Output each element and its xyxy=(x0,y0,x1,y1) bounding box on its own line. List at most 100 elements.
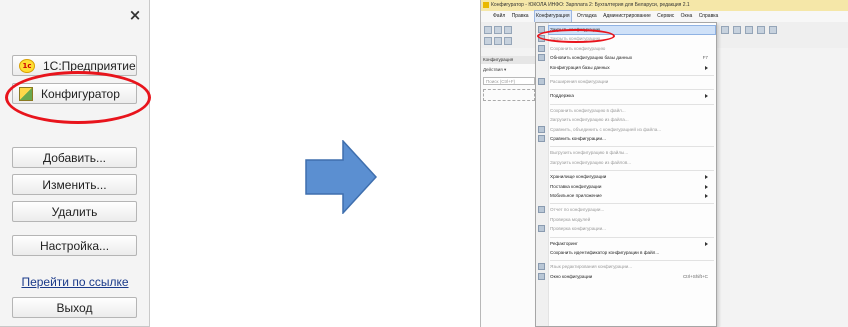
menu-item[interactable]: Поставка конфигурации xyxy=(550,183,710,191)
settings-button[interactable]: Настройка... xyxy=(12,235,137,256)
menu-item-label: Рефакторинг xyxy=(550,240,578,246)
menu-icon-gutter xyxy=(536,23,549,326)
exit-button[interactable]: Выход xyxy=(12,297,137,318)
menu-item-label: Сравнить конфигурации... xyxy=(550,136,606,141)
menu-item[interactable]: Отчет по конфигурации... xyxy=(550,206,710,214)
menu-item[interactable]: Выгрузить конфигурацию в файлы... xyxy=(550,149,710,157)
edit-button[interactable]: Изменить... xyxy=(12,174,137,195)
menu-item-icon xyxy=(538,225,545,233)
menu-configuration[interactable]: Конфигурация xyxy=(533,10,572,23)
add-button[interactable]: Добавить... xyxy=(12,147,137,168)
menu-debug[interactable]: Отладка xyxy=(577,11,597,22)
toolbar-save-icon[interactable] xyxy=(504,26,512,34)
menu-item[interactable]: Сравнить, объединить с конфигурацией из … xyxy=(550,126,710,134)
window-titlebar: Конфигуратор - ЮКОЛА ИНФО: Зарплата 2: Б… xyxy=(481,0,848,11)
toolbar-new-icon[interactable] xyxy=(484,26,492,34)
menu-help[interactable]: Справка xyxy=(699,11,719,22)
menu-item-icon xyxy=(538,263,545,271)
menu-separator xyxy=(550,103,714,105)
menu-item[interactable]: Загрузить конфигурацию из файла... xyxy=(550,116,710,124)
menu-item-label: Сравнить, объединить с конфигурацией из … xyxy=(550,126,662,132)
menu-item-label: Поставка конфигурации xyxy=(550,183,602,189)
menu-item[interactable]: Расширения конфигурации xyxy=(550,78,710,86)
delete-button[interactable]: Удалить xyxy=(12,201,137,222)
toolbar-debug-icon[interactable] xyxy=(745,26,753,34)
menu-administration[interactable]: Администрирование xyxy=(603,11,651,22)
menu-separator xyxy=(550,75,714,76)
menu-item[interactable]: Загрузить конфигурацию из файлов... xyxy=(550,159,710,167)
toolbar-find-icon[interactable] xyxy=(721,26,729,34)
configurator-screenshot: Конфигуратор - ЮКОЛА ИНФО: Зарплата 2: Б… xyxy=(480,0,848,327)
menu-item-icon xyxy=(538,135,545,142)
menu-item-label: Сохранить идентификатор конфигурации в ф… xyxy=(550,250,660,255)
launcher-window: × 1c 1С:Предприятие Конфигуратор Добавит… xyxy=(0,0,150,327)
pane-search-input[interactable]: Поиск (Ctrl+F) xyxy=(483,77,535,85)
menu-separator xyxy=(550,146,714,148)
menu-item-label: Хранилище конфигурации xyxy=(550,174,607,180)
menu-item-label: Сохранить конфигурацию xyxy=(550,45,606,51)
app-icon xyxy=(483,2,489,8)
menu-item[interactable]: Язык редактирования конфигурации... xyxy=(550,263,710,271)
menu-windows[interactable]: Окна xyxy=(681,11,693,22)
menu-item-label: Обновить конфигурацию базы данных xyxy=(550,55,633,61)
toolbar-stop-icon[interactable] xyxy=(769,26,777,34)
menu-item[interactable]: Рефакторинг xyxy=(550,240,710,248)
menu-item-label: Окно конфигурации xyxy=(550,273,593,279)
menu-item[interactable]: Сравнить конфигурации... xyxy=(550,135,710,143)
toolbar-run-icon[interactable] xyxy=(757,26,765,34)
menu-edit[interactable]: Правка xyxy=(512,11,529,22)
menu-item[interactable]: Сохранить конфигурацию в файл... xyxy=(550,107,710,115)
menu-item-icon xyxy=(538,272,545,280)
submenu-arrow-icon xyxy=(705,184,708,189)
submenu-arrow-icon xyxy=(705,65,708,70)
menu-item[interactable]: Поддержка xyxy=(550,92,710,100)
submenu-arrow-icon xyxy=(705,241,708,246)
menu-file[interactable]: Файл xyxy=(493,11,505,22)
menu-separator xyxy=(550,170,714,172)
open-link[interactable]: Перейти по ссылке xyxy=(10,275,140,289)
toolbar-copy-icon[interactable] xyxy=(494,37,502,45)
menu-separator xyxy=(550,89,714,91)
right-arrow-icon xyxy=(305,140,377,214)
menu-item-label: Поддержка xyxy=(550,93,574,99)
app-1c-icon: 1c xyxy=(19,58,35,73)
menu-item[interactable]: Конфигурация базы данных xyxy=(550,64,710,72)
close-icon[interactable]: × xyxy=(128,8,142,23)
menu-separator xyxy=(550,203,714,205)
menu-item-icon xyxy=(538,78,545,85)
submenu-arrow-icon xyxy=(705,175,708,180)
highlight-ellipse-close-config xyxy=(537,29,615,43)
pane-tree-area[interactable] xyxy=(483,89,535,101)
menu-item-label: Отчет по конфигурации... xyxy=(550,207,605,213)
menu-item-icon xyxy=(538,44,545,52)
menu-item-label: Конфигурация базы данных xyxy=(550,64,610,70)
menu-item-label: Загрузить конфигурацию из файлов... xyxy=(550,159,632,165)
menu-item-label: Проверка конфигурации... xyxy=(550,226,606,232)
configuration-tree-pane: Конфигурация Действия ▾ Поиск (Ctrl+F) xyxy=(481,56,537,327)
menu-separator xyxy=(550,260,714,262)
menu-item-icon xyxy=(538,125,545,133)
toolbar-replace-icon[interactable] xyxy=(733,26,741,34)
submenu-arrow-icon xyxy=(705,94,708,99)
menu-item[interactable]: Хранилище конфигурации xyxy=(550,173,710,181)
menu-separator xyxy=(550,236,714,238)
menu-item[interactable]: Сохранить идентификатор конфигурации в ф… xyxy=(550,249,710,257)
menu-item[interactable]: Окно конфигурации Ctrl+Shift+C xyxy=(550,273,710,281)
submenu-arrow-icon xyxy=(705,194,708,198)
menu-item[interactable]: Обновить конфигурацию базы данных F7 xyxy=(550,54,710,62)
toolbar-paste-icon[interactable] xyxy=(504,37,512,45)
pane-actions[interactable]: Действия ▾ xyxy=(481,66,537,74)
menu-service[interactable]: Сервис xyxy=(657,11,674,22)
menu-item[interactable]: Сохранить конфигурацию xyxy=(550,45,710,53)
menu-item-shortcut: Ctrl+Shift+C xyxy=(682,273,708,279)
menu-item[interactable]: Проверка модулей xyxy=(550,216,710,224)
menu-item-label: Проверка модулей xyxy=(550,216,591,222)
toolbar-tree-icon[interactable] xyxy=(484,37,492,45)
menu-item[interactable]: Мобильное приложение xyxy=(550,192,710,200)
menubar: Файл Правка Конфигурация Отладка Админис… xyxy=(481,10,848,23)
pane-header: Конфигурация xyxy=(481,56,537,64)
menu-item[interactable]: Проверка конфигурации... xyxy=(550,225,710,233)
menu-item-shortcut: F7 xyxy=(702,55,708,61)
menu-item-label: Загрузить конфигурацию из файла... xyxy=(550,117,629,123)
toolbar-open-icon[interactable] xyxy=(494,26,502,34)
